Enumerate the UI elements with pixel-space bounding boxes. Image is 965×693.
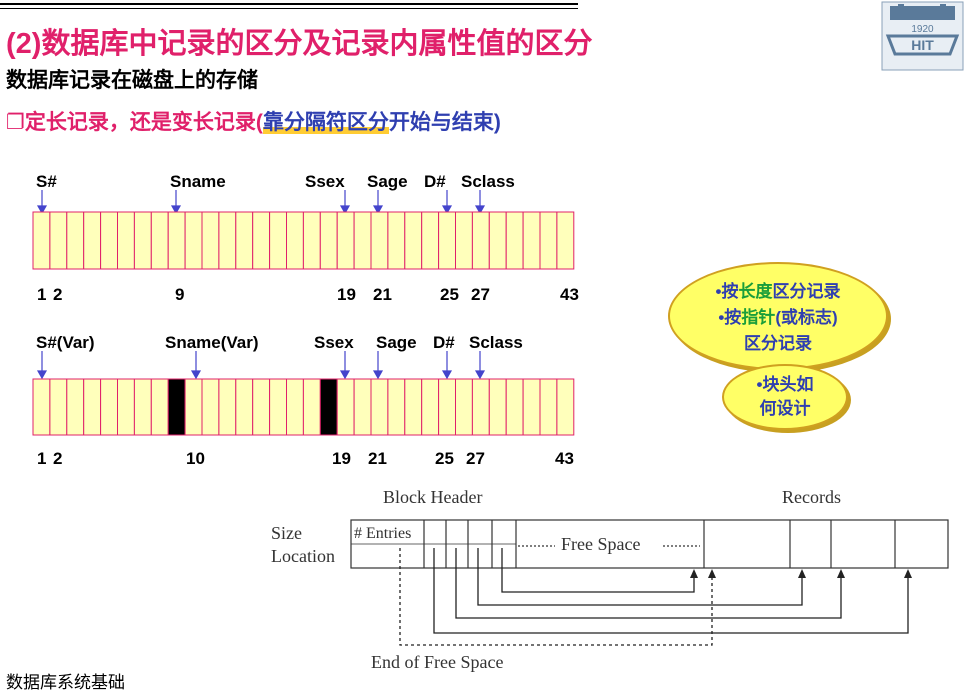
pointer-lines xyxy=(399,548,909,646)
block-layout-diagram xyxy=(350,519,949,646)
slide-footer: 数据库系统基础 xyxy=(6,673,125,692)
pointer-arrowheads xyxy=(690,569,912,578)
